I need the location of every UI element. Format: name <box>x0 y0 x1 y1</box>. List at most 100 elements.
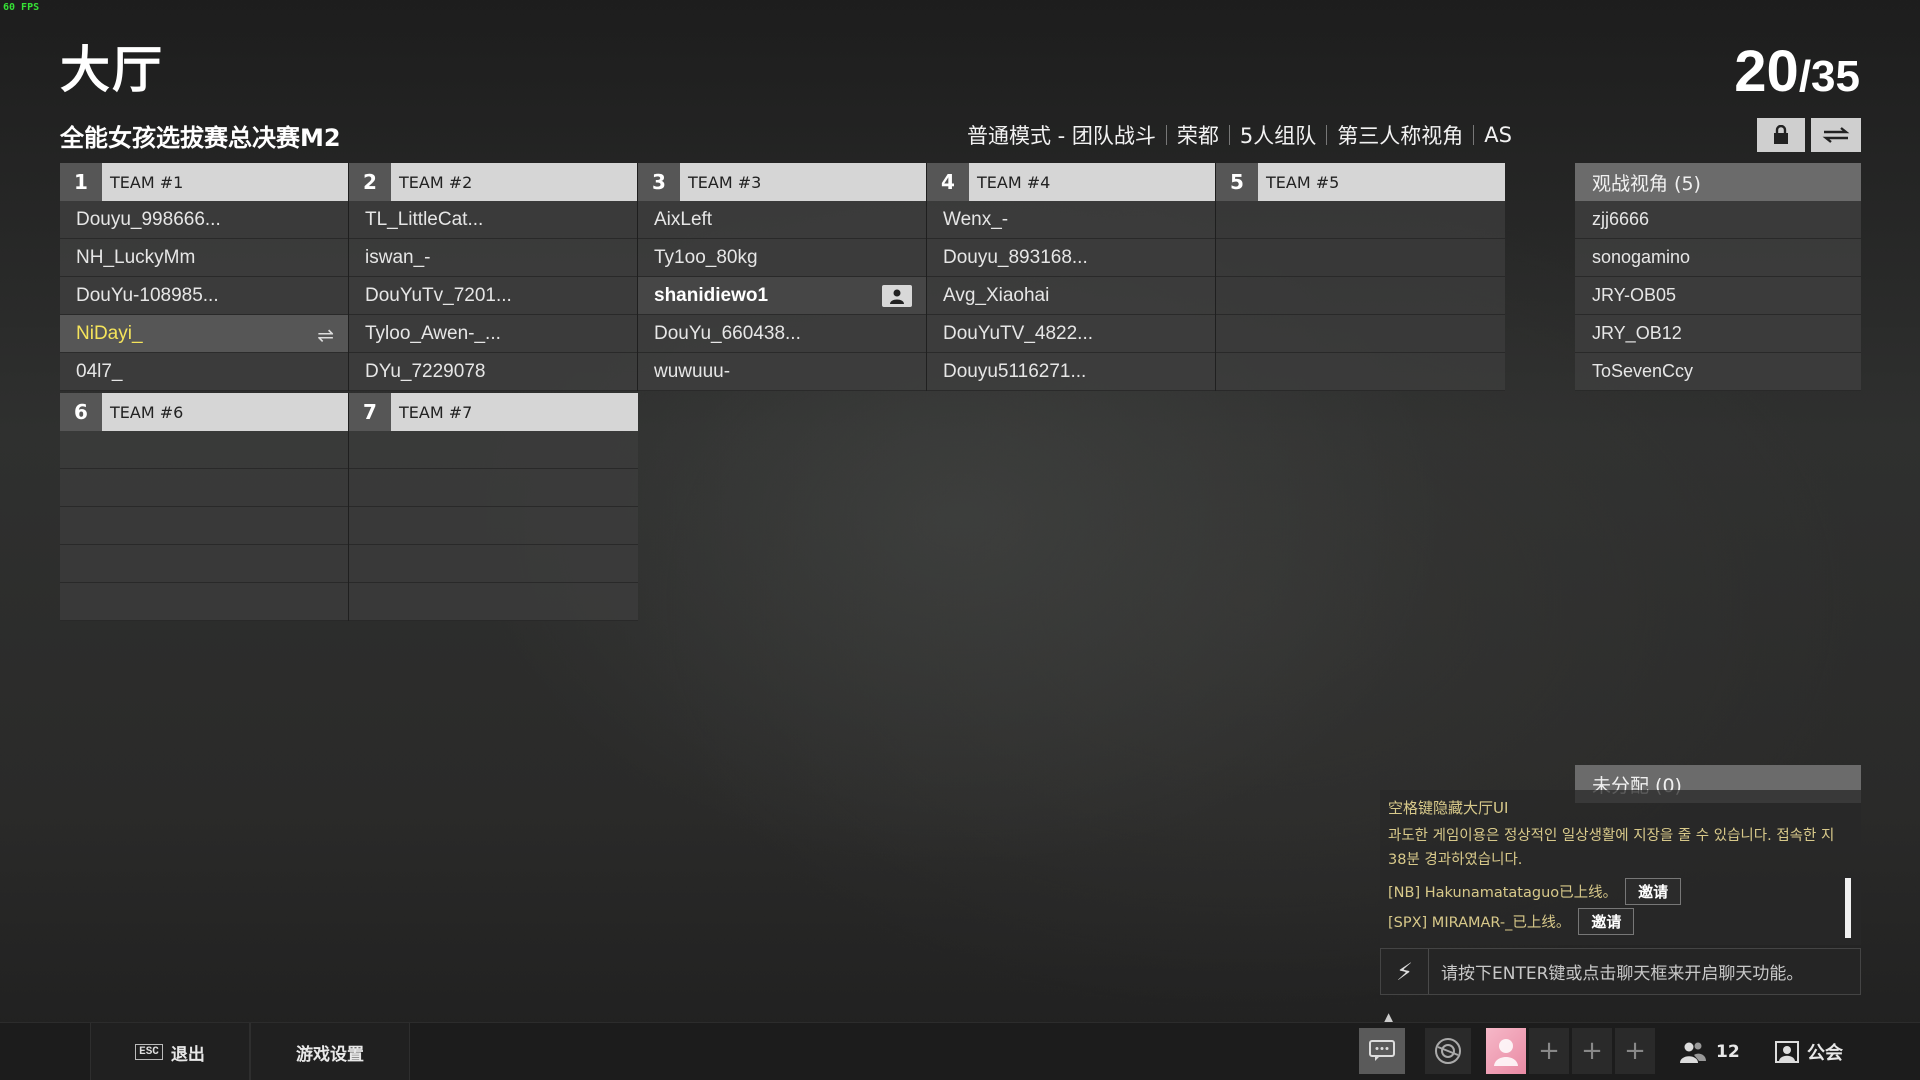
chat-message: [SPX] MIRAMAR-_已上线。 邀请 <box>1388 906 1853 936</box>
empty-slot[interactable] <box>60 469 348 507</box>
player-slot[interactable]: Douyu_998666... <box>60 201 348 239</box>
player-slot[interactable]: 04l7_ <box>60 353 348 391</box>
swap-icon[interactable]: ⇌ <box>317 323 334 348</box>
lightning-icon[interactable]: ⚡ <box>1381 949 1429 994</box>
team-number: 3 <box>638 163 680 201</box>
lock-icon <box>1774 125 1788 144</box>
player-slot[interactable]: DouYuTv_7201... <box>349 277 637 315</box>
empty-slot[interactable] <box>60 431 348 469</box>
exit-button[interactable]: ESC 退出 <box>90 1023 250 1080</box>
player-slot[interactable]: DouYu_660438... <box>638 315 926 353</box>
guild-button[interactable]: 公会 <box>1775 1023 1843 1080</box>
empty-slot[interactable] <box>1216 315 1505 353</box>
friends-button[interactable]: 12 <box>1680 1023 1740 1080</box>
chat-log[interactable]: 空格键隐藏大厅UI 과도한 게임이용은 정상적인 일상생활에 지장을 줄 수 있… <box>1380 790 1861 945</box>
spectator-slot[interactable]: sonogamino <box>1575 239 1861 277</box>
player-slot-self[interactable]: NiDayi_ ⇌ <box>60 315 348 353</box>
profile-icon[interactable] <box>882 285 912 307</box>
invite-button[interactable]: 邀请 <box>1578 907 1635 935</box>
empty-slot[interactable] <box>60 545 348 583</box>
team-header[interactable]: 4 TEAM #4 <box>927 163 1215 201</box>
team-number: 7 <box>349 393 391 431</box>
team-7: 7 TEAM #7 <box>349 393 638 621</box>
empty-slot[interactable] <box>1216 353 1505 391</box>
player-slot[interactable]: wuwuuu- <box>638 353 926 391</box>
player-slot[interactable]: DouYuTV_4822... <box>927 315 1215 353</box>
empty-slot[interactable] <box>1216 277 1505 315</box>
empty-slot[interactable] <box>349 545 638 583</box>
spectator-slot[interactable]: zjj6666 <box>1575 201 1861 239</box>
chat-hint: 空格键隐藏大厅UI <box>1388 799 1509 817</box>
lock-button[interactable] <box>1757 118 1805 152</box>
chat-scrollbar[interactable] <box>1845 878 1851 938</box>
playtime-warning: 과도한 게임이용은 정상적인 일상생활에 지장을 줄 수 있습니다. 접속한 지… <box>1388 828 1835 868</box>
spectator-panel: 观战视角 (5) zjj6666 sonogamino JRY-OB05 JRY… <box>1575 163 1861 391</box>
empty-slot[interactable] <box>60 507 348 545</box>
chat-message-text: [NB] Hakunamatataguo已上线。 <box>1388 884 1618 901</box>
chat-input[interactable]: ⚡ 请按下ENTER键或点击聊天框来开启聊天功能。 <box>1380 948 1861 995</box>
spectator-slot[interactable]: JRY-OB05 <box>1575 277 1861 315</box>
team-header[interactable]: 7 TEAM #7 <box>349 393 638 431</box>
team-header[interactable]: 2 TEAM #2 <box>349 163 637 201</box>
esc-key-icon: ESC <box>135 1044 163 1060</box>
empty-slot[interactable] <box>1216 201 1505 239</box>
team-2: 2 TEAM #2 TL_LittleCat... iswan_- DouYuT… <box>349 163 638 391</box>
room-region: AS <box>1484 123 1512 147</box>
team-number: 2 <box>349 163 391 201</box>
room-map: 荣都 <box>1176 124 1219 148</box>
room-mode: 普通模式 - 团队战斗 <box>966 124 1156 148</box>
invite-button[interactable]: 邀请 <box>1625 877 1682 905</box>
avatar[interactable] <box>1486 1028 1526 1074</box>
add-party-member-button[interactable]: + <box>1572 1028 1612 1074</box>
team-name: TEAM #2 <box>391 163 637 201</box>
page-title: 大厅 <box>60 41 164 99</box>
bottom-bar: ESC 退出 游戏设置 + + + 12 公会 <box>0 1022 1920 1080</box>
player-name: shanidiewo1 <box>654 284 769 306</box>
empty-slot[interactable] <box>60 583 348 621</box>
team-name: TEAM #6 <box>102 393 348 431</box>
player-slot[interactable]: DouYu-108985... <box>60 277 348 315</box>
spectator-header[interactable]: 观战视角 (5) <box>1575 163 1861 201</box>
team-number: 4 <box>927 163 969 201</box>
player-slot[interactable]: DYu_7229078 <box>349 353 637 391</box>
empty-slot[interactable] <box>1216 239 1505 277</box>
player-slot[interactable]: Douyu5116271... <box>927 353 1215 391</box>
swap-teams-button[interactable] <box>1811 118 1861 152</box>
player-slot[interactable]: Wenx_- <box>927 201 1215 239</box>
team-3: 3 TEAM #3 AixLeft Ty1oo_80kg shanidiewo1… <box>638 163 927 391</box>
chat-message-text: [SPX] MIRAMAR-_已上线。 <box>1388 914 1571 931</box>
player-slot[interactable]: Ty1oo_80kg <box>638 239 926 277</box>
team-6: 6 TEAM #6 <box>60 393 349 621</box>
add-party-member-button[interactable]: + <box>1529 1028 1569 1074</box>
empty-slot[interactable] <box>349 431 638 469</box>
player-slot[interactable]: iswan_- <box>349 239 637 277</box>
player-slot-hovered[interactable]: shanidiewo1 <box>638 277 926 315</box>
team-5: 5 TEAM #5 <box>1216 163 1505 391</box>
empty-slot[interactable] <box>349 507 638 545</box>
guild-icon <box>1775 1041 1799 1063</box>
settings-emblem-button[interactable] <box>1425 1028 1471 1074</box>
player-slot[interactable]: Douyu_893168... <box>927 239 1215 277</box>
spectator-slot[interactable]: JRY_OB12 <box>1575 315 1861 353</box>
spectator-slot[interactable]: ToSevenCcy <box>1575 353 1861 391</box>
team-header[interactable]: 5 TEAM #5 <box>1216 163 1505 201</box>
chat-toggle-button[interactable] <box>1359 1028 1405 1074</box>
team-number: 5 <box>1216 163 1258 201</box>
player-slot[interactable]: AixLeft <box>638 201 926 239</box>
player-slot[interactable]: NH_LuckyMm <box>60 239 348 277</box>
player-name: NiDayi_ <box>76 322 143 344</box>
add-party-member-button[interactable]: + <box>1615 1028 1655 1074</box>
player-slot[interactable]: Tyloo_Awen-_... <box>349 315 637 353</box>
team-name: TEAM #4 <box>969 163 1215 201</box>
team-header[interactable]: 1 TEAM #1 <box>60 163 348 201</box>
team-header[interactable]: 6 TEAM #6 <box>60 393 348 431</box>
room-perspective: 第三人称视角 <box>1337 124 1464 148</box>
player-slot[interactable]: TL_LittleCat... <box>349 201 637 239</box>
player-slot[interactable]: Avg_Xiaohai <box>927 277 1215 315</box>
empty-slot[interactable] <box>349 469 638 507</box>
team-name: TEAM #3 <box>680 163 926 201</box>
team-1: 1 TEAM #1 Douyu_998666... NH_LuckyMm Dou… <box>60 163 349 391</box>
game-settings-button[interactable]: 游戏设置 <box>250 1023 410 1080</box>
empty-slot[interactable] <box>349 583 638 621</box>
team-header[interactable]: 3 TEAM #3 <box>638 163 926 201</box>
